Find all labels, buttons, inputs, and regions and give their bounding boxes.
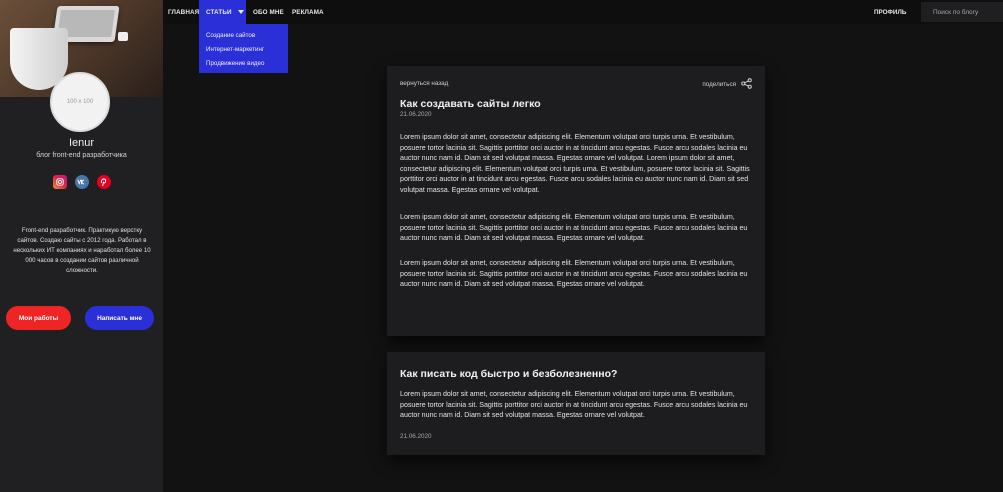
nav-about[interactable]: ОБО МНЕ — [253, 0, 284, 24]
avatar: 100 x 100 — [50, 72, 110, 132]
instagram-icon[interactable] — [52, 175, 67, 189]
my-works-button[interactable]: Мои работы — [6, 306, 71, 330]
article-paragraph: Lorem ipsum dolor sit amet, consectetur … — [400, 133, 750, 194]
cup-image — [118, 32, 128, 41]
username: Ienur — [68, 137, 95, 149]
dropdown-item-marketing[interactable]: Интернет-маркетинг — [199, 43, 288, 57]
profile-link[interactable]: ПРОФИЛЬ — [874, 0, 906, 24]
dropdown-item-websites[interactable]: Создание сайтов — [199, 29, 288, 43]
back-link[interactable]: вернуться назад — [400, 80, 448, 87]
article-preview-date: 21.06.2020 — [400, 433, 432, 440]
write-me-button[interactable]: Написать мне — [85, 306, 154, 330]
article-card: вернуться назад поделиться Как создавать… — [387, 66, 765, 336]
chevron-down-icon — [237, 9, 244, 16]
article-preview-text: Lorem ipsum dolor sit amet, consectetur … — [400, 390, 748, 419]
article-preview-card[interactable]: Как писать код быстро и безболезненно? L… — [387, 352, 765, 455]
vk-icon[interactable] — [74, 175, 89, 189]
nav-articles[interactable]: СТАТЬИ — [199, 0, 246, 24]
nav-ads[interactable]: РЕКЛАМА — [292, 0, 324, 24]
share-label: поделиться — [702, 81, 736, 88]
articles-dropdown: Создание сайтов Интернет-маркетинг Продв… — [199, 24, 288, 73]
search-input[interactable] — [921, 2, 1003, 22]
article-date: 21.06.2020 — [400, 111, 432, 118]
nav-home[interactable]: ГЛАВНАЯ — [168, 0, 199, 24]
top-nav: ГЛАВНАЯ СТАТЬИ ОБО МНЕ РЕКЛАМА ПРОФИЛЬ — [163, 0, 1003, 24]
bio-text: Front-end разработчик. Практикую верстку… — [13, 227, 151, 274]
article-paragraph: Lorem ipsum dolor sit amet, consectetur … — [400, 259, 748, 288]
sidebar: 100 x 100 Ienur блог front-end разработч… — [0, 0, 163, 492]
dropdown-item-video[interactable]: Продвижение видео — [199, 57, 288, 71]
nav-articles-label: СТАТЬИ — [206, 8, 232, 16]
article-preview-title[interactable]: Как писать код быстро и безболезненно? — [400, 368, 617, 380]
share-icon — [741, 78, 752, 91]
pinterest-icon[interactable] — [96, 175, 111, 189]
share-button[interactable]: поделиться — [702, 78, 752, 91]
article-title: Как создавать сайты легко — [400, 98, 541, 110]
blog-tagline: блог front-end разработчика — [36, 152, 127, 159]
article-paragraph: Lorem ipsum dolor sit amet, consectetur … — [400, 213, 748, 242]
social-links — [0, 175, 163, 189]
